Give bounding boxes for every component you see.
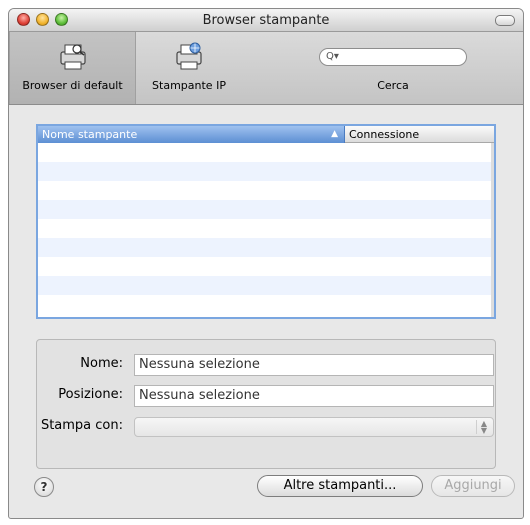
table-row[interactable]: [38, 162, 494, 181]
vertical-scrollbar[interactable]: [491, 143, 494, 317]
print-using-label: Stampa con:: [40, 418, 123, 433]
location-label: Posizione:: [58, 387, 123, 402]
table-row[interactable]: [38, 276, 494, 295]
print-using-popup[interactable]: ▲ ▼: [134, 417, 494, 437]
help-button[interactable]: ?: [34, 477, 54, 497]
toolbar-toggle-button[interactable]: [495, 15, 515, 26]
ip-printer-tab[interactable]: Stampante IP: [139, 32, 239, 104]
table-row[interactable]: [38, 238, 494, 257]
table-row[interactable]: [38, 143, 494, 162]
printer-list[interactable]: Nome stampante ▲ Connessione: [36, 124, 496, 319]
ip-printer-icon: [176, 42, 202, 70]
column-header-connection[interactable]: Connessione: [345, 126, 494, 143]
printer-details-group: Nome: Nessuna selezione Posizione: Nessu…: [36, 339, 496, 469]
ip-printer-label: Stampante IP: [152, 79, 226, 92]
more-printers-button[interactable]: Altre stampanti...: [257, 475, 423, 497]
sort-ascending-icon: ▲: [331, 129, 338, 139]
search-field[interactable]: Q▾: [319, 48, 467, 66]
updown-arrows-icon: ▲ ▼: [476, 420, 491, 435]
location-value: Nessuna selezione: [134, 385, 494, 407]
table-header: Nome stampante ▲ Connessione: [38, 126, 494, 143]
table-row[interactable]: [38, 295, 494, 314]
table-rows: [38, 143, 494, 314]
window-title: Browser stampante: [202, 13, 330, 28]
table-row[interactable]: [38, 200, 494, 219]
search-input[interactable]: [344, 50, 463, 66]
title-bar[interactable]: Browser stampante: [9, 9, 523, 32]
printer-browser-window: Browser stampante Browser di default Sta…: [8, 8, 524, 519]
default-printer-icon: [59, 44, 86, 70]
search-icon: Q▾: [326, 51, 339, 62]
table-row[interactable]: [38, 181, 494, 200]
column-header-printer-name[interactable]: Nome stampante ▲: [38, 126, 345, 143]
name-value: Nessuna selezione: [134, 354, 494, 376]
table-row[interactable]: [38, 219, 494, 238]
default-browser-label: Browser di default: [22, 79, 123, 92]
default-browser-tab[interactable]: Browser di default: [9, 32, 136, 104]
name-label: Nome:: [80, 356, 123, 371]
table-row[interactable]: [38, 257, 494, 276]
toolbar: Browser di default Stampante IP Q▾ Cerca: [9, 32, 523, 105]
search-label: Cerca: [377, 79, 409, 92]
add-button[interactable]: Aggiungi: [431, 475, 515, 497]
